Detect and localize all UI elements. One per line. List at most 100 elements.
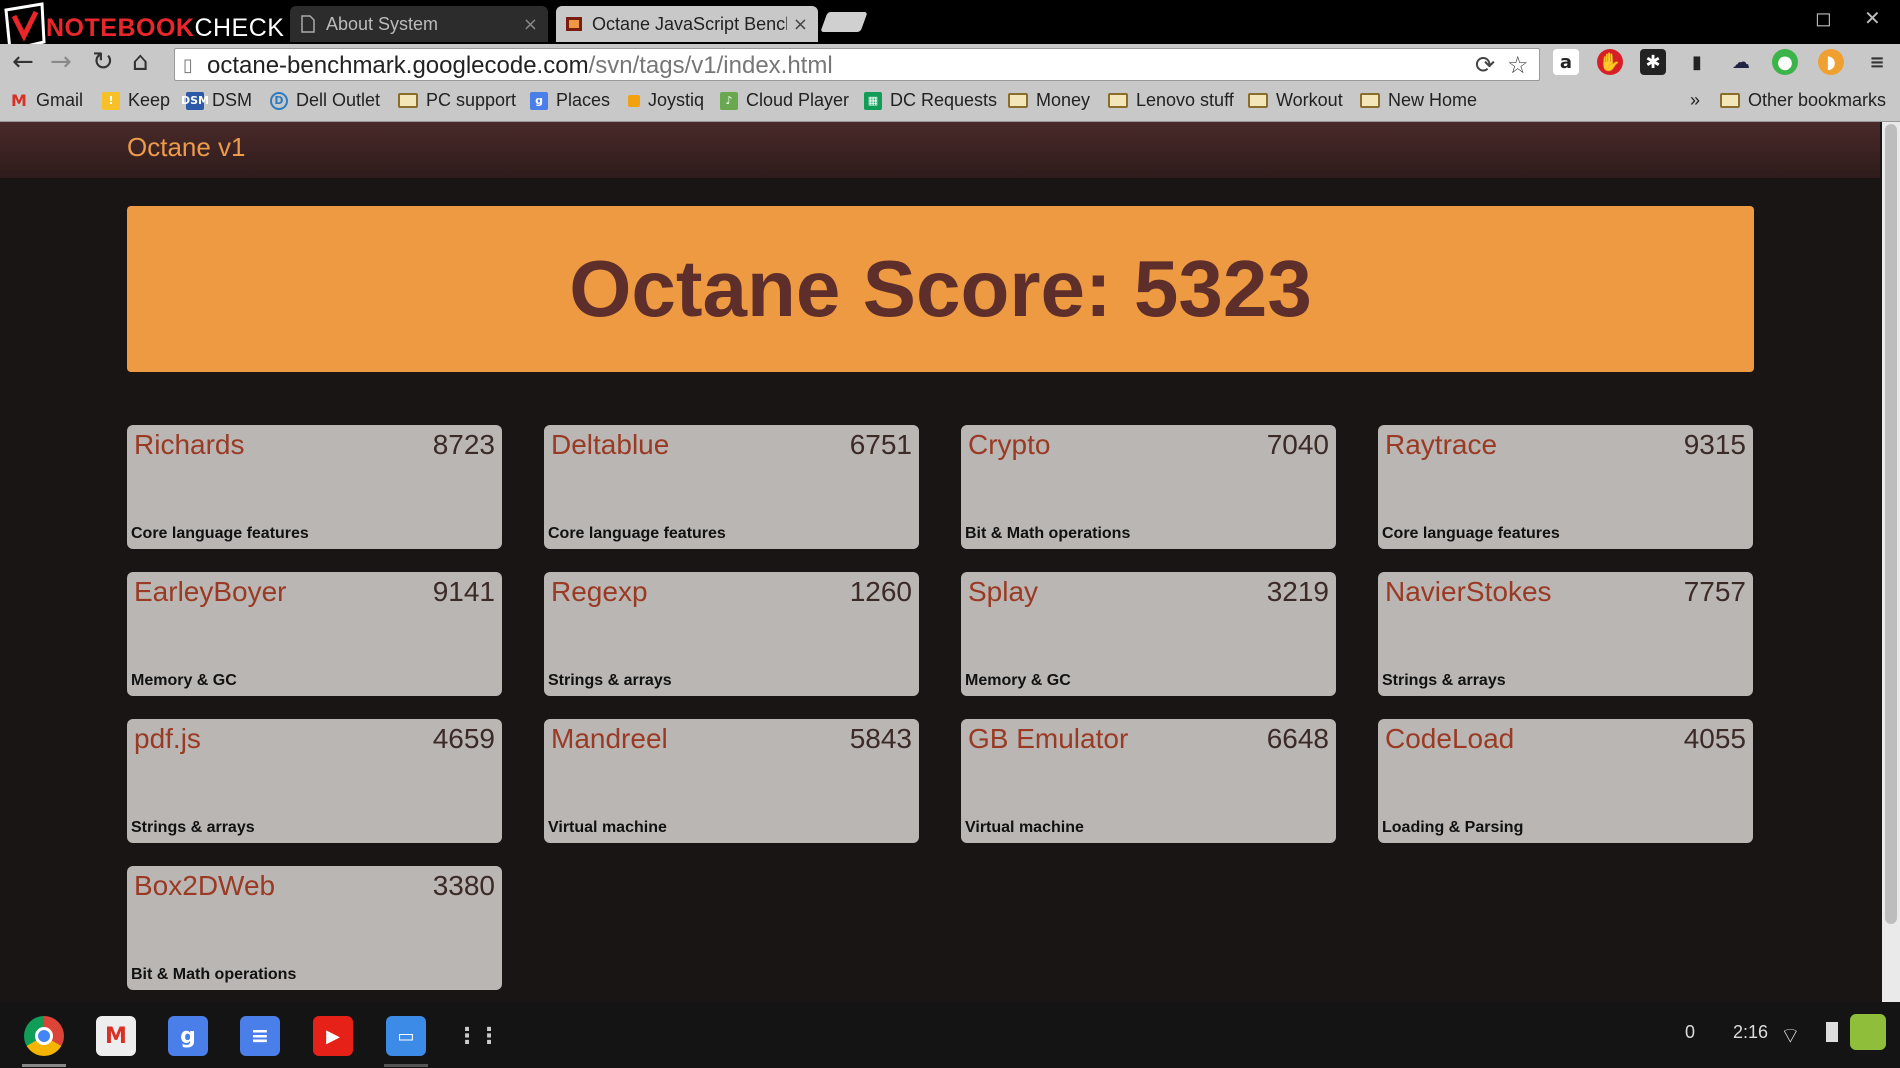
battery-icon[interactable] [1826,1022,1838,1042]
test-name: GB Emulator [968,723,1129,754]
os-shelf: M g ≡ ▶ ▭ ⋮⋮ 0 2:16 ⌔ [0,1002,1900,1068]
browser-toolbar: ← → ↻ ⌂ ▯ octane-benchmark.googlecode.co… [0,44,1900,84]
adblock-extension-icon[interactable]: ✋ [1597,49,1623,75]
test-tile-codeload[interactable]: CodeLoad 4055 Loading & Parsing [1378,719,1753,843]
bookmark-workout[interactable]: Workout [1248,90,1343,111]
bookmark-gmail[interactable]: M Gmail [10,90,83,111]
test-score: 4659 [432,723,495,754]
page-title[interactable]: Octane v1 [127,132,246,163]
bookmark-joystiq[interactable]: Joystiq [628,90,704,111]
bookmarks-bar: M Gmail ! Keep DSM DSM D Dell Outlet PC supp… [0,84,1900,122]
test-score: 9315 [1683,429,1746,460]
test-tile-navierstokes[interactable]: NavierStokes 7757 Strings & arrays [1378,572,1753,696]
bookmark-dc-requests[interactable]: ▦ DC Requests [864,90,997,111]
bookmark-other-bookmarks[interactable]: Other bookmarks [1720,90,1886,111]
test-tile-box2dweb[interactable]: Box2DWeb 3380 Bit & Math operations [127,866,502,990]
test-category: Memory & GC [965,672,1071,689]
send-to-device-icon[interactable]: ▮ [1684,49,1710,75]
scrollbar-thumb[interactable] [1885,124,1897,924]
test-tile-crypto[interactable]: Crypto 7040 Bit & Math operations [961,425,1336,549]
cloud-player-icon: ♪ [720,91,738,110]
test-name: Regexp [551,576,648,607]
reload-button[interactable]: ↻ [92,47,114,77]
test-name: Deltablue [551,429,670,460]
cloud-extension-icon[interactable]: ☁ [1728,49,1754,75]
test-score: 3219 [1266,576,1329,607]
evernote-extension-icon[interactable]: ● [1772,49,1798,75]
folder-icon [1008,93,1028,108]
gmail-app-icon[interactable]: M [96,1016,136,1056]
test-category: Core language features [131,525,309,542]
page-icon: ▯ [183,55,193,76]
bookmark-dsm[interactable]: DSM DSM [181,90,252,111]
page-header: Octane v1 [0,122,1880,178]
test-name: Mandreel [551,723,668,754]
google-search-app-icon[interactable]: g [168,1016,208,1056]
page-scrollbar[interactable] [1882,122,1900,1002]
test-tile-mandreel[interactable]: Mandreel 5843 Virtual machine [544,719,919,843]
test-score: 7040 [1266,429,1329,460]
docs-app-icon[interactable]: ≡ [240,1016,280,1056]
close-icon[interactable]: × [523,14,538,35]
test-tile-richards[interactable]: Richards 8723 Core language features [127,425,502,549]
home-button[interactable]: ⌂ [132,47,149,77]
bookmark-places[interactable]: g Places [530,90,610,111]
clock[interactable]: 2:16 [1733,1022,1768,1043]
test-category: Strings & arrays [1382,672,1506,689]
forward-button[interactable]: → [50,47,72,77]
test-category: Core language features [1382,525,1560,542]
files-app-icon[interactable]: ▭ [386,1016,426,1056]
test-name: NavierStokes [1385,576,1552,607]
close-icon[interactable]: × [793,14,808,35]
dsm-icon: DSM [181,91,209,110]
bookmark-pc-support[interactable]: PC support [398,90,516,111]
test-category: Loading & Parsing [1382,819,1524,836]
bookmark-money[interactable]: Money [1008,90,1090,111]
folder-icon [398,93,418,108]
app-launcher-icon[interactable]: ⋮⋮ [456,1016,500,1056]
bookmark-cloud-player[interactable]: ♪ Cloud Player [720,90,849,111]
puzzle-extension-icon[interactable]: ✱ [1640,49,1666,75]
wifi-icon[interactable]: ⌔ [1780,1022,1801,1050]
test-tile-gb-emulator[interactable]: GB Emulator 6648 Virtual machine [961,719,1336,843]
test-category: Bit & Math operations [131,966,297,983]
chrome-app-icon[interactable] [24,1016,64,1056]
avatar[interactable] [1850,1014,1886,1050]
test-score: 6751 [849,429,912,460]
test-score: 5843 [849,723,912,754]
translate-icon[interactable]: ⟳ [1475,51,1495,79]
test-name: Raytrace [1385,429,1498,460]
test-category: Strings & arrays [548,672,672,689]
joystiq-icon [628,94,640,107]
window-close-icon[interactable]: ✕ [1864,6,1881,30]
test-tile-deltablue[interactable]: Deltablue 6751 Core language features [544,425,919,549]
test-tile-raytrace[interactable]: Raytrace 9315 Core language features [1378,425,1753,549]
test-tile-pdfjs[interactable]: pdf.js 4659 Strings & arrays [127,719,502,843]
tab-about-system[interactable]: About System × [290,6,548,42]
address-bar[interactable]: ▯ octane-benchmark.googlecode.com/svn/ta… [174,48,1540,81]
bookmark-new-home[interactable]: New Home [1360,90,1477,111]
tab-octane[interactable]: Octane JavaScript Bench × [556,6,818,42]
chrome-center-icon [35,1027,53,1045]
test-tile-splay[interactable]: Splay 3219 Memory & GC [961,572,1336,696]
bookmark-dell-outlet[interactable]: D Dell Outlet [270,90,380,111]
new-tab-button[interactable] [820,12,868,32]
test-score: 4055 [1683,723,1746,754]
google-places-icon: g [530,91,548,110]
maximize-icon[interactable]: ◻ [1815,6,1832,30]
amazon-extension-icon[interactable]: a [1553,49,1579,75]
dell-icon: D [270,91,288,110]
test-name: Splay [968,576,1039,607]
back-button[interactable]: ← [12,47,34,77]
notification-count[interactable]: 0 [1685,1022,1695,1043]
youtube-app-icon[interactable]: ▶ [313,1016,353,1056]
test-tile-earleyboyer[interactable]: EarleyBoyer 9141 Memory & GC [127,572,502,696]
honey-extension-icon[interactable]: ◗ [1818,49,1844,75]
bookmark-lenovo-stuff[interactable]: Lenovo stuff [1108,90,1234,111]
bookmark-keep[interactable]: ! Keep [102,90,170,111]
url-text: octane-benchmark.googlecode.com/svn/tags… [207,52,833,79]
test-tile-regexp[interactable]: Regexp 1260 Strings & arrays [544,572,919,696]
bookmark-star-icon[interactable]: ☆ [1507,51,1529,79]
bookmarks-overflow-button[interactable]: » [1690,90,1700,111]
menu-icon[interactable]: ≡ [1864,49,1890,75]
